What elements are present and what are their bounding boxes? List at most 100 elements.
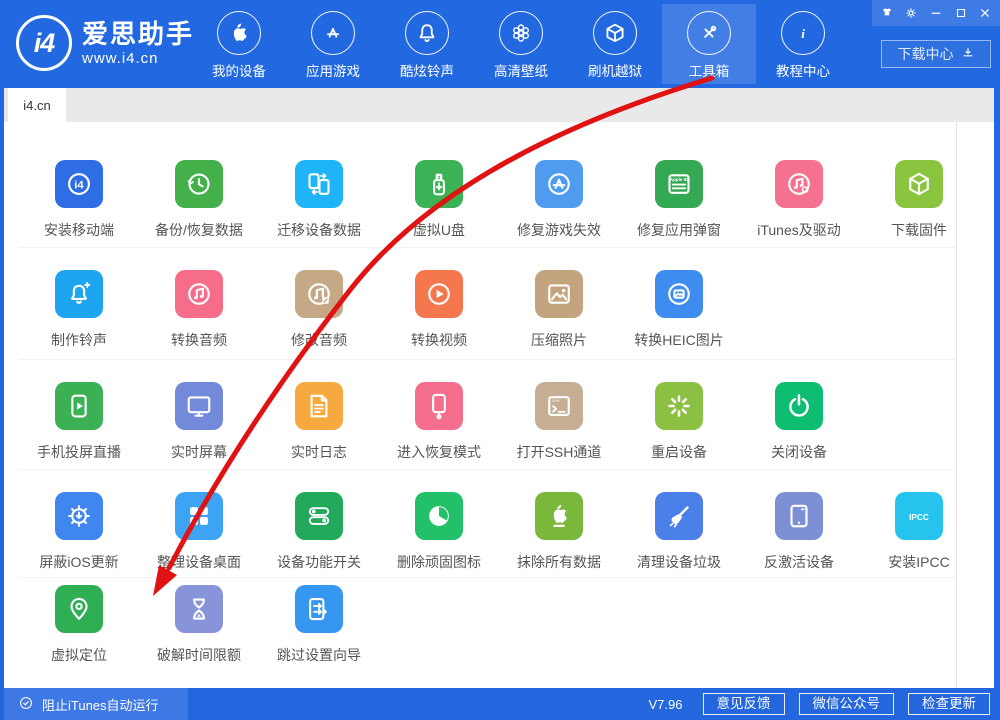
nav-item-label: 教程中心	[776, 60, 830, 80]
tile-label: 实时日志	[291, 442, 347, 462]
ipcc-icon: IPCC	[904, 501, 934, 531]
tile-pieclock[interactable]: 删除顽固图标	[379, 492, 499, 572]
tile-phoneplay[interactable]: 手机投屏直播	[19, 382, 139, 462]
tile-bellplus[interactable]: 制作铃声	[19, 270, 139, 350]
tile-toggles[interactable]: 设备功能开关	[259, 492, 379, 572]
terminal-icon: SSH	[544, 391, 574, 421]
svg-text:Apple ID: Apple ID	[670, 177, 689, 182]
tile-musicedit[interactable]: 修改音频	[259, 270, 379, 350]
tile-cube[interactable]: 下载固件	[859, 160, 979, 240]
tile-terminal[interactable]: SSH 打开SSH通道	[499, 382, 619, 462]
close-button[interactable]	[975, 3, 995, 23]
nav-item-box[interactable]: 刷机越狱	[568, 4, 662, 84]
pin-icon	[64, 594, 94, 624]
phoneplay-icon	[64, 391, 94, 421]
tile-label: 实时屏幕	[171, 442, 227, 462]
tile-label: 备份/恢复数据	[155, 220, 243, 240]
gearupdate-icon-box	[55, 492, 103, 540]
tile-i4app[interactable]: i4 安装移动端	[19, 160, 139, 240]
tile-musiccircle[interactable]: 转换音频	[139, 270, 259, 350]
tile-appleid[interactable]: Apple ID修复应用弹窗	[619, 160, 739, 240]
nav-bell-circle	[405, 11, 449, 55]
svg-text:SSH: SSH	[552, 399, 560, 403]
tab-i4cn[interactable]: i4.cn	[8, 88, 66, 122]
photocircle-icon	[664, 279, 694, 309]
tile-label: 反激活设备	[764, 552, 834, 572]
nav-item-label: 高清壁纸	[494, 60, 548, 80]
tile-label: 跳过设置向导	[277, 645, 361, 665]
tile-ipcc[interactable]: IPCC安装IPCC	[859, 492, 979, 572]
tile-label: 屏蔽iOS更新	[39, 552, 118, 572]
tile-pin[interactable]: 虚拟定位	[19, 585, 139, 665]
docskip-icon	[304, 594, 334, 624]
tile-broom[interactable]: 清理设备垃圾	[619, 492, 739, 572]
toggles-icon-box	[295, 492, 343, 540]
tile-grid4[interactable]: 整理设备桌面	[139, 492, 259, 572]
tile-usb[interactable]: 虚拟U盘	[379, 160, 499, 240]
tile-photo[interactable]: 压缩照片	[499, 270, 619, 350]
i4-logo-icon: i4	[16, 15, 72, 71]
tile-label: 转换音频	[171, 330, 227, 350]
tile-docskip[interactable]: 跳过设置向导	[259, 585, 379, 665]
i4app-icon-box: i4	[55, 160, 103, 208]
brand: i4 爱思助手 www.i4.cn	[16, 15, 194, 71]
tile-power[interactable]: 关闭设备	[739, 382, 859, 462]
nav-item-apple[interactable]: 我的设备	[192, 4, 286, 84]
nav-item-info[interactable]: i 教程中心	[756, 4, 850, 84]
tile-tablet[interactable]: 反激活设备	[739, 492, 859, 572]
svg-text:i: i	[801, 26, 805, 41]
tile-label: 安装移动端	[44, 220, 114, 240]
tile-label: 打开SSH通道	[517, 442, 602, 462]
scrollbar-track[interactable]	[956, 122, 957, 688]
tile-appstorebadge[interactable]: 修复游戏失效	[499, 160, 619, 240]
tile-monitor[interactable]: 实时屏幕	[139, 382, 259, 462]
nav-item-flower[interactable]: 高清壁纸	[474, 4, 568, 84]
tile-gearupdate[interactable]: 屏蔽iOS更新	[19, 492, 139, 572]
ipcc-icon-box: IPCC	[895, 492, 943, 540]
tile-spinner[interactable]: 重启设备	[619, 382, 739, 462]
settings-button[interactable]	[901, 3, 921, 23]
photo-icon-box	[535, 270, 583, 318]
nav-item-bell[interactable]: 酷炫铃声	[380, 4, 474, 84]
tile-appleerase[interactable]: 抹除所有数据	[499, 492, 619, 572]
appleerase-icon-box	[535, 492, 583, 540]
nav-item-a[interactable]: 应用游戏	[286, 4, 380, 84]
footer-button-1[interactable]: 微信公众号	[799, 693, 895, 715]
tile-playcircle[interactable]: 转换视频	[379, 270, 499, 350]
version-label: V7.96	[649, 697, 683, 712]
appstorebadge-icon	[544, 169, 574, 199]
pieclock-icon	[424, 501, 454, 531]
main-nav: 我的设备应用游戏酷炫铃声高清壁纸刷机越狱工具箱 i 教程中心	[192, 0, 850, 88]
maximize-button[interactable]	[951, 3, 971, 23]
download-center-label: 下载中心	[898, 44, 954, 64]
nav-info-circle: i	[781, 11, 825, 55]
tile-label: 进入恢复模式	[397, 442, 481, 462]
skin-button[interactable]	[877, 3, 897, 23]
tile-itunes[interactable]: iTunes及驱动	[739, 160, 859, 240]
tile-doclines[interactable]: 实时日志	[259, 382, 379, 462]
footer-right: V7.96 意见反馈微信公众号检查更新	[649, 693, 1000, 715]
download-center-button[interactable]: 下载中心	[881, 40, 991, 68]
bellplus-icon-box	[55, 270, 103, 318]
block-itunes-toggle[interactable]: 阻止iTunes自动运行	[4, 688, 188, 720]
nav-flower-circle	[499, 11, 543, 55]
nav-apple-circle	[217, 11, 261, 55]
broom-icon-box	[655, 492, 703, 540]
nav-tools-icon	[696, 20, 722, 46]
tile-transfer[interactable]: 迁移设备数据	[259, 160, 379, 240]
tile-phonecable[interactable]: 进入恢复模式	[379, 382, 499, 462]
pieclock-icon-box	[415, 492, 463, 540]
minimize-button[interactable]	[926, 3, 946, 23]
nav-item-tools[interactable]: 工具箱	[662, 4, 756, 84]
tile-label: 关闭设备	[771, 442, 827, 462]
tile-label: 虚拟定位	[51, 645, 107, 665]
tile-hourglass[interactable]: 破解时间限额	[139, 585, 259, 665]
tile-history[interactable]: 备份/恢复数据	[139, 160, 259, 240]
footer-button-2[interactable]: 检查更新	[908, 693, 990, 715]
tile-label: 重启设备	[651, 442, 707, 462]
power-icon	[784, 391, 814, 421]
footer-button-0[interactable]: 意见反馈	[703, 693, 785, 715]
tab-label: i4.cn	[23, 98, 50, 113]
musicedit-icon-box	[295, 270, 343, 318]
tile-photocircle[interactable]: 转换HEIC图片	[619, 270, 739, 350]
